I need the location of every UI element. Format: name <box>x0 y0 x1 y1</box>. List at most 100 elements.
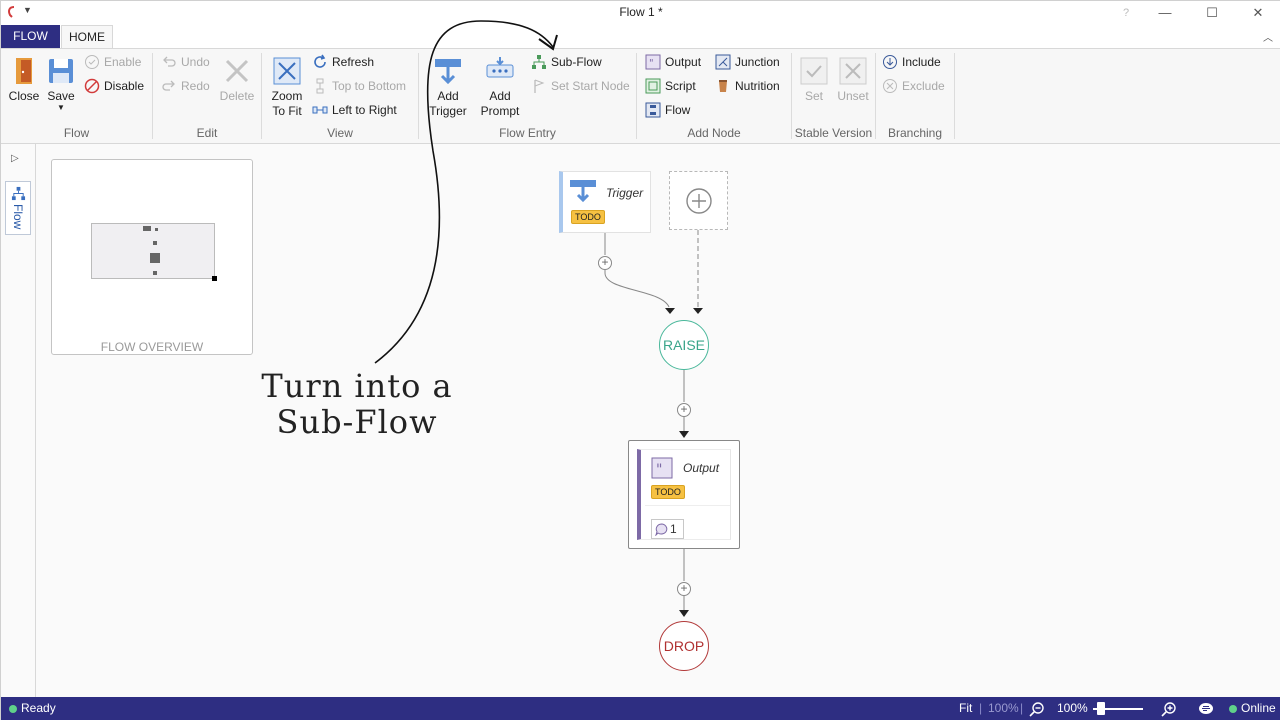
online-dot <box>1229 704 1237 713</box>
view-group: Zoom To Fit Refresh Top to Bottom Left t… <box>262 49 418 145</box>
output-node-title: Output <box>683 461 720 475</box>
nutrition-label: Nutrition <box>735 79 780 93</box>
refresh-button[interactable]: Refresh <box>312 52 374 72</box>
flow-label: Flow <box>665 103 691 117</box>
divider: | <box>979 701 983 715</box>
exclude-x-icon <box>883 79 897 93</box>
save-button[interactable]: Save ▼ <box>45 55 77 112</box>
add-junction-button[interactable]: Junction <box>715 52 780 72</box>
left-to-right-button[interactable]: Left to Right <box>312 100 397 120</box>
add-circle-icon <box>686 188 712 214</box>
divider <box>645 505 730 506</box>
comment-count-badge[interactable]: 1 <box>651 519 684 539</box>
script-label: Script <box>665 79 696 93</box>
edit-group-label: Edit <box>196 126 218 140</box>
zoom-to-fit-button[interactable]: Zoom To Fit <box>268 55 306 119</box>
expand-dock-icon[interactable]: ▷ <box>11 153 19 164</box>
zoom-slider-thumb[interactable] <box>1097 702 1105 715</box>
mini-node <box>143 226 151 231</box>
check-circle-icon <box>85 55 99 69</box>
add-prompt-label-1: Add <box>489 89 511 103</box>
add-output-button[interactable]: " Output <box>645 52 701 72</box>
edit-group: Undo Redo Delete Edit <box>153 49 261 145</box>
insert-node-button[interactable]: + <box>677 403 691 417</box>
viewport-resize-handle[interactable] <box>212 276 217 281</box>
maximize-button[interactable]: ☐ <box>1189 1 1235 25</box>
connection-status: Online <box>1229 701 1276 715</box>
delete-button[interactable]: Delete <box>219 55 255 104</box>
tab-flow[interactable]: FLOW <box>1 25 60 49</box>
add-prompt-button[interactable]: Add Prompt <box>477 55 523 119</box>
sub-flow-label: Sub-Flow <box>551 55 602 69</box>
sub-flow-button[interactable]: Sub-Flow <box>531 52 602 72</box>
connection-text: Online <box>1241 701 1276 715</box>
window-title: Flow 1 * <box>619 5 663 19</box>
add-trigger-button[interactable]: Add Trigger <box>427 55 469 119</box>
output-node[interactable]: " Output TODO 1 <box>628 440 740 549</box>
prompt-icon <box>486 57 514 78</box>
set-start-node-button[interactable]: Set Start Node <box>531 76 630 96</box>
minimize-button[interactable]: — <box>1142 1 1188 25</box>
flow-entry-group-label: Flow Entry <box>499 126 556 140</box>
top-to-bottom-button[interactable]: Top to Bottom <box>312 76 406 96</box>
add-flow-button[interactable]: Flow <box>645 100 690 120</box>
drop-node[interactable]: DROP <box>659 621 709 671</box>
save-dropdown-icon[interactable]: ▼ <box>45 104 77 112</box>
close-window-button[interactable]: ✕ <box>1235 1 1280 25</box>
overview-viewport[interactable] <box>91 223 217 281</box>
disable-button[interactable]: Disable <box>84 76 144 96</box>
close-button[interactable]: Close <box>7 55 41 104</box>
redo-button[interactable]: Redo <box>161 76 210 96</box>
fit-button[interactable]: Fit <box>959 701 972 715</box>
include-button[interactable]: Include <box>882 52 941 72</box>
add-node-placeholder[interactable] <box>669 171 728 230</box>
trigger-node[interactable]: Trigger TODO <box>559 171 651 233</box>
cup-icon <box>719 80 727 92</box>
redo-icon <box>162 80 175 91</box>
close-button-label: Close <box>8 89 40 103</box>
dock-tab-flow[interactable]: Flow <box>5 181 31 235</box>
zoom-preset-button[interactable]: 100% <box>988 701 1019 715</box>
add-nutrition-button[interactable]: Nutrition <box>715 76 780 96</box>
enable-label: Enable <box>104 55 142 69</box>
view-group-label: View <box>327 126 353 140</box>
zoom-in-icon[interactable] <box>1161 701 1177 717</box>
flow-group-label: Flow <box>63 126 90 140</box>
collapse-ribbon-icon[interactable]: ︿ <box>1263 29 1273 44</box>
status-dot <box>9 704 17 713</box>
chat-icon[interactable] <box>1198 701 1214 717</box>
flow-node-icon <box>645 102 661 118</box>
comment-count: 1 <box>670 522 677 536</box>
set-stable-button[interactable]: Set <box>798 55 830 104</box>
branching-group-label: Branching <box>887 126 943 140</box>
flow-tree-icon <box>11 186 26 201</box>
comment-icon <box>655 523 668 536</box>
top-to-bottom-label: Top to Bottom <box>332 79 407 93</box>
exclude-button[interactable]: Exclude <box>882 76 945 96</box>
ribbon-separator <box>954 53 955 139</box>
insert-node-button[interactable]: + <box>598 256 612 270</box>
unset-stable-button[interactable]: Unset <box>836 55 870 104</box>
dock-tab-label: Flow <box>11 204 25 230</box>
enable-button[interactable]: Enable <box>84 52 141 72</box>
mini-node <box>153 241 157 245</box>
zoom-level: 100% <box>1057 701 1088 715</box>
zoom-to-fit-label-2: To Fit <box>272 104 302 118</box>
status-bar: Ready Fit | 100% | 100% Online <box>1 697 1280 720</box>
divider: | <box>1020 701 1024 715</box>
add-script-button[interactable]: Script <box>645 76 696 96</box>
exclude-label: Exclude <box>902 79 945 93</box>
door-icon <box>16 58 32 84</box>
raise-node[interactable]: RAISE <box>659 320 709 370</box>
zoom-out-icon[interactable] <box>1029 701 1045 717</box>
annotation-line-1: Turn into a <box>261 367 453 405</box>
insert-node-button[interactable]: + <box>677 582 691 596</box>
flow-overview-panel[interactable]: FLOW OVERVIEW <box>51 159 253 355</box>
tab-home[interactable]: HOME <box>61 25 113 49</box>
junction-icon <box>715 54 731 70</box>
set-start-node-label: Set Start Node <box>551 79 630 93</box>
refresh-label: Refresh <box>332 55 375 69</box>
undo-button[interactable]: Undo <box>161 52 210 72</box>
stable-version-group: Set Unset Stable Version <box>792 49 875 145</box>
zoom-to-fit-icon <box>273 57 301 85</box>
